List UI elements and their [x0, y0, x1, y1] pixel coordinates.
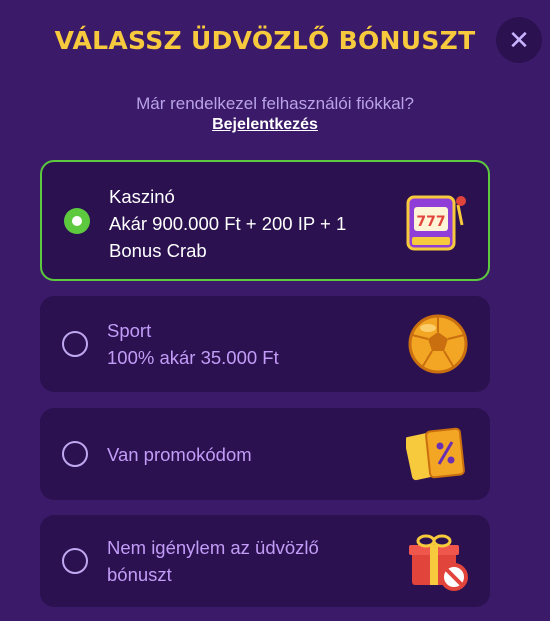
login-prompt: Már rendelkezel felhasználói fiókkal?	[136, 94, 414, 113]
option-no-bonus-text: Nem igénylem az üdvözlő bónuszt	[107, 534, 319, 588]
option-sport-text: Sport 100% akár 35.000 Ft	[107, 317, 279, 371]
close-button[interactable]: ✕	[496, 17, 542, 63]
option-casino-line2: Bonus Crab	[109, 240, 207, 261]
close-icon: ✕	[508, 24, 530, 55]
option-no-bonus[interactable]: Nem igénylem az üdvözlő bónuszt	[40, 515, 490, 607]
promo-ticket-icon	[404, 422, 470, 486]
page-title: VÁLASSZ ÜDVÖZLŐ BÓNUSZT	[54, 26, 476, 55]
option-sport-line1: 100% akár 35.000 Ft	[107, 347, 279, 368]
option-casino-text: Kaszinó Akár 900.000 Ft + 200 IP + 1 Bon…	[109, 183, 346, 264]
slot-reels-text: 777	[416, 214, 445, 230]
option-casino-title: Kaszinó	[109, 186, 175, 207]
option-promo-text: Van promokódom	[107, 441, 252, 468]
radio-casino[interactable]	[64, 208, 90, 234]
option-casino-line1: Akár 900.000 Ft + 200 IP + 1	[109, 213, 347, 234]
option-sport-title: Sport	[107, 320, 152, 341]
radio-promo[interactable]	[62, 441, 88, 467]
gift-no-icon	[406, 529, 470, 593]
option-casino[interactable]: Kaszinó Akár 900.000 Ft + 200 IP + 1 Bon…	[40, 160, 490, 281]
slot-machine-icon: 777	[404, 189, 468, 253]
option-no-bonus-title: Nem igénylem az üdvözlő	[107, 537, 319, 558]
option-no-bonus-line1: bónuszt	[107, 564, 172, 585]
option-promo-title: Van promokódom	[107, 444, 252, 465]
radio-sport[interactable]	[62, 331, 88, 357]
soccer-ball-icon	[406, 312, 470, 376]
radio-no-bonus[interactable]	[62, 548, 88, 574]
option-sport[interactable]: Sport 100% akár 35.000 Ft	[40, 296, 490, 392]
login-link[interactable]: Bejelentkezés	[0, 116, 530, 134]
option-promo[interactable]: Van promokódom	[40, 408, 490, 500]
